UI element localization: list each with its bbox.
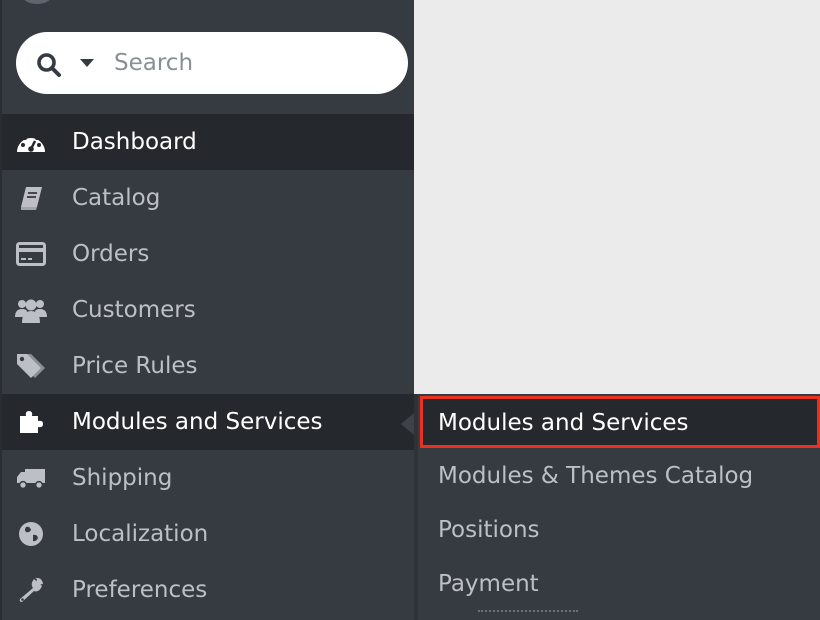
submenu-item-label: Modules & Themes Catalog (438, 463, 754, 489)
submenu-item-payment[interactable]: Payment (420, 558, 820, 610)
sidebar-item-label: Localization (72, 521, 209, 547)
search-input[interactable] (114, 46, 384, 80)
sidebar-item-customers[interactable]: Customers (2, 282, 414, 338)
submenu-item-modules-and-services[interactable]: Modules and Services (420, 396, 820, 448)
wrench-icon (15, 575, 47, 605)
sidebar-item-price-rules[interactable]: Price Rules (2, 338, 414, 394)
sidebar-item-dashboard[interactable]: Dashboard (2, 114, 414, 170)
sidebar-item-shipping[interactable]: Shipping (2, 450, 414, 506)
logo (22, 0, 52, 4)
submenu-item-label: Positions (438, 517, 540, 543)
sidebar-item-catalog[interactable]: Catalog (2, 170, 414, 226)
credit-card-icon (15, 239, 47, 269)
submenu-next-item-peek (478, 610, 578, 620)
puzzle-icon (15, 407, 47, 437)
submenu-item-label: Payment (438, 571, 539, 597)
submenu-modules-and-services: Modules and Services Modules & Themes Ca… (414, 394, 820, 620)
submenu-item-modules-themes-catalog[interactable]: Modules & Themes Catalog (420, 450, 820, 502)
sidebar-item-label: Dashboard (72, 129, 197, 155)
truck-icon (15, 463, 47, 493)
users-icon (15, 295, 47, 325)
sidebar-item-localization[interactable]: Localization (2, 506, 414, 562)
chevron-down-icon[interactable] (80, 59, 94, 67)
globe-icon (15, 519, 47, 549)
sidebar-item-preferences[interactable]: Preferences (2, 562, 414, 618)
submenu-item-positions[interactable]: Positions (420, 504, 820, 556)
tags-icon (15, 351, 47, 381)
sidebar-item-orders[interactable]: Orders (2, 226, 414, 282)
sidebar-item-label: Shipping (72, 465, 173, 491)
search-bar (16, 32, 408, 94)
submenu-item-label: Modules and Services (438, 410, 689, 436)
search-icon[interactable] (36, 52, 62, 78)
dashboard-gauge-icon (15, 127, 47, 157)
sidebar-item-label: Orders (72, 241, 150, 267)
sidebar-item-label: Modules and Services (72, 409, 323, 435)
sidebar-item-label: Catalog (72, 185, 161, 211)
sidebar-item-modules-and-services[interactable]: Modules and Services (2, 394, 414, 450)
sidebar-item-label: Preferences (72, 577, 208, 603)
sidebar: Dashboard Catalog Orders (0, 0, 414, 620)
sidebar-item-label: Price Rules (72, 353, 198, 379)
sidebar-item-label: Customers (72, 297, 196, 323)
book-icon (15, 183, 47, 213)
submenu-pointer (401, 413, 414, 435)
